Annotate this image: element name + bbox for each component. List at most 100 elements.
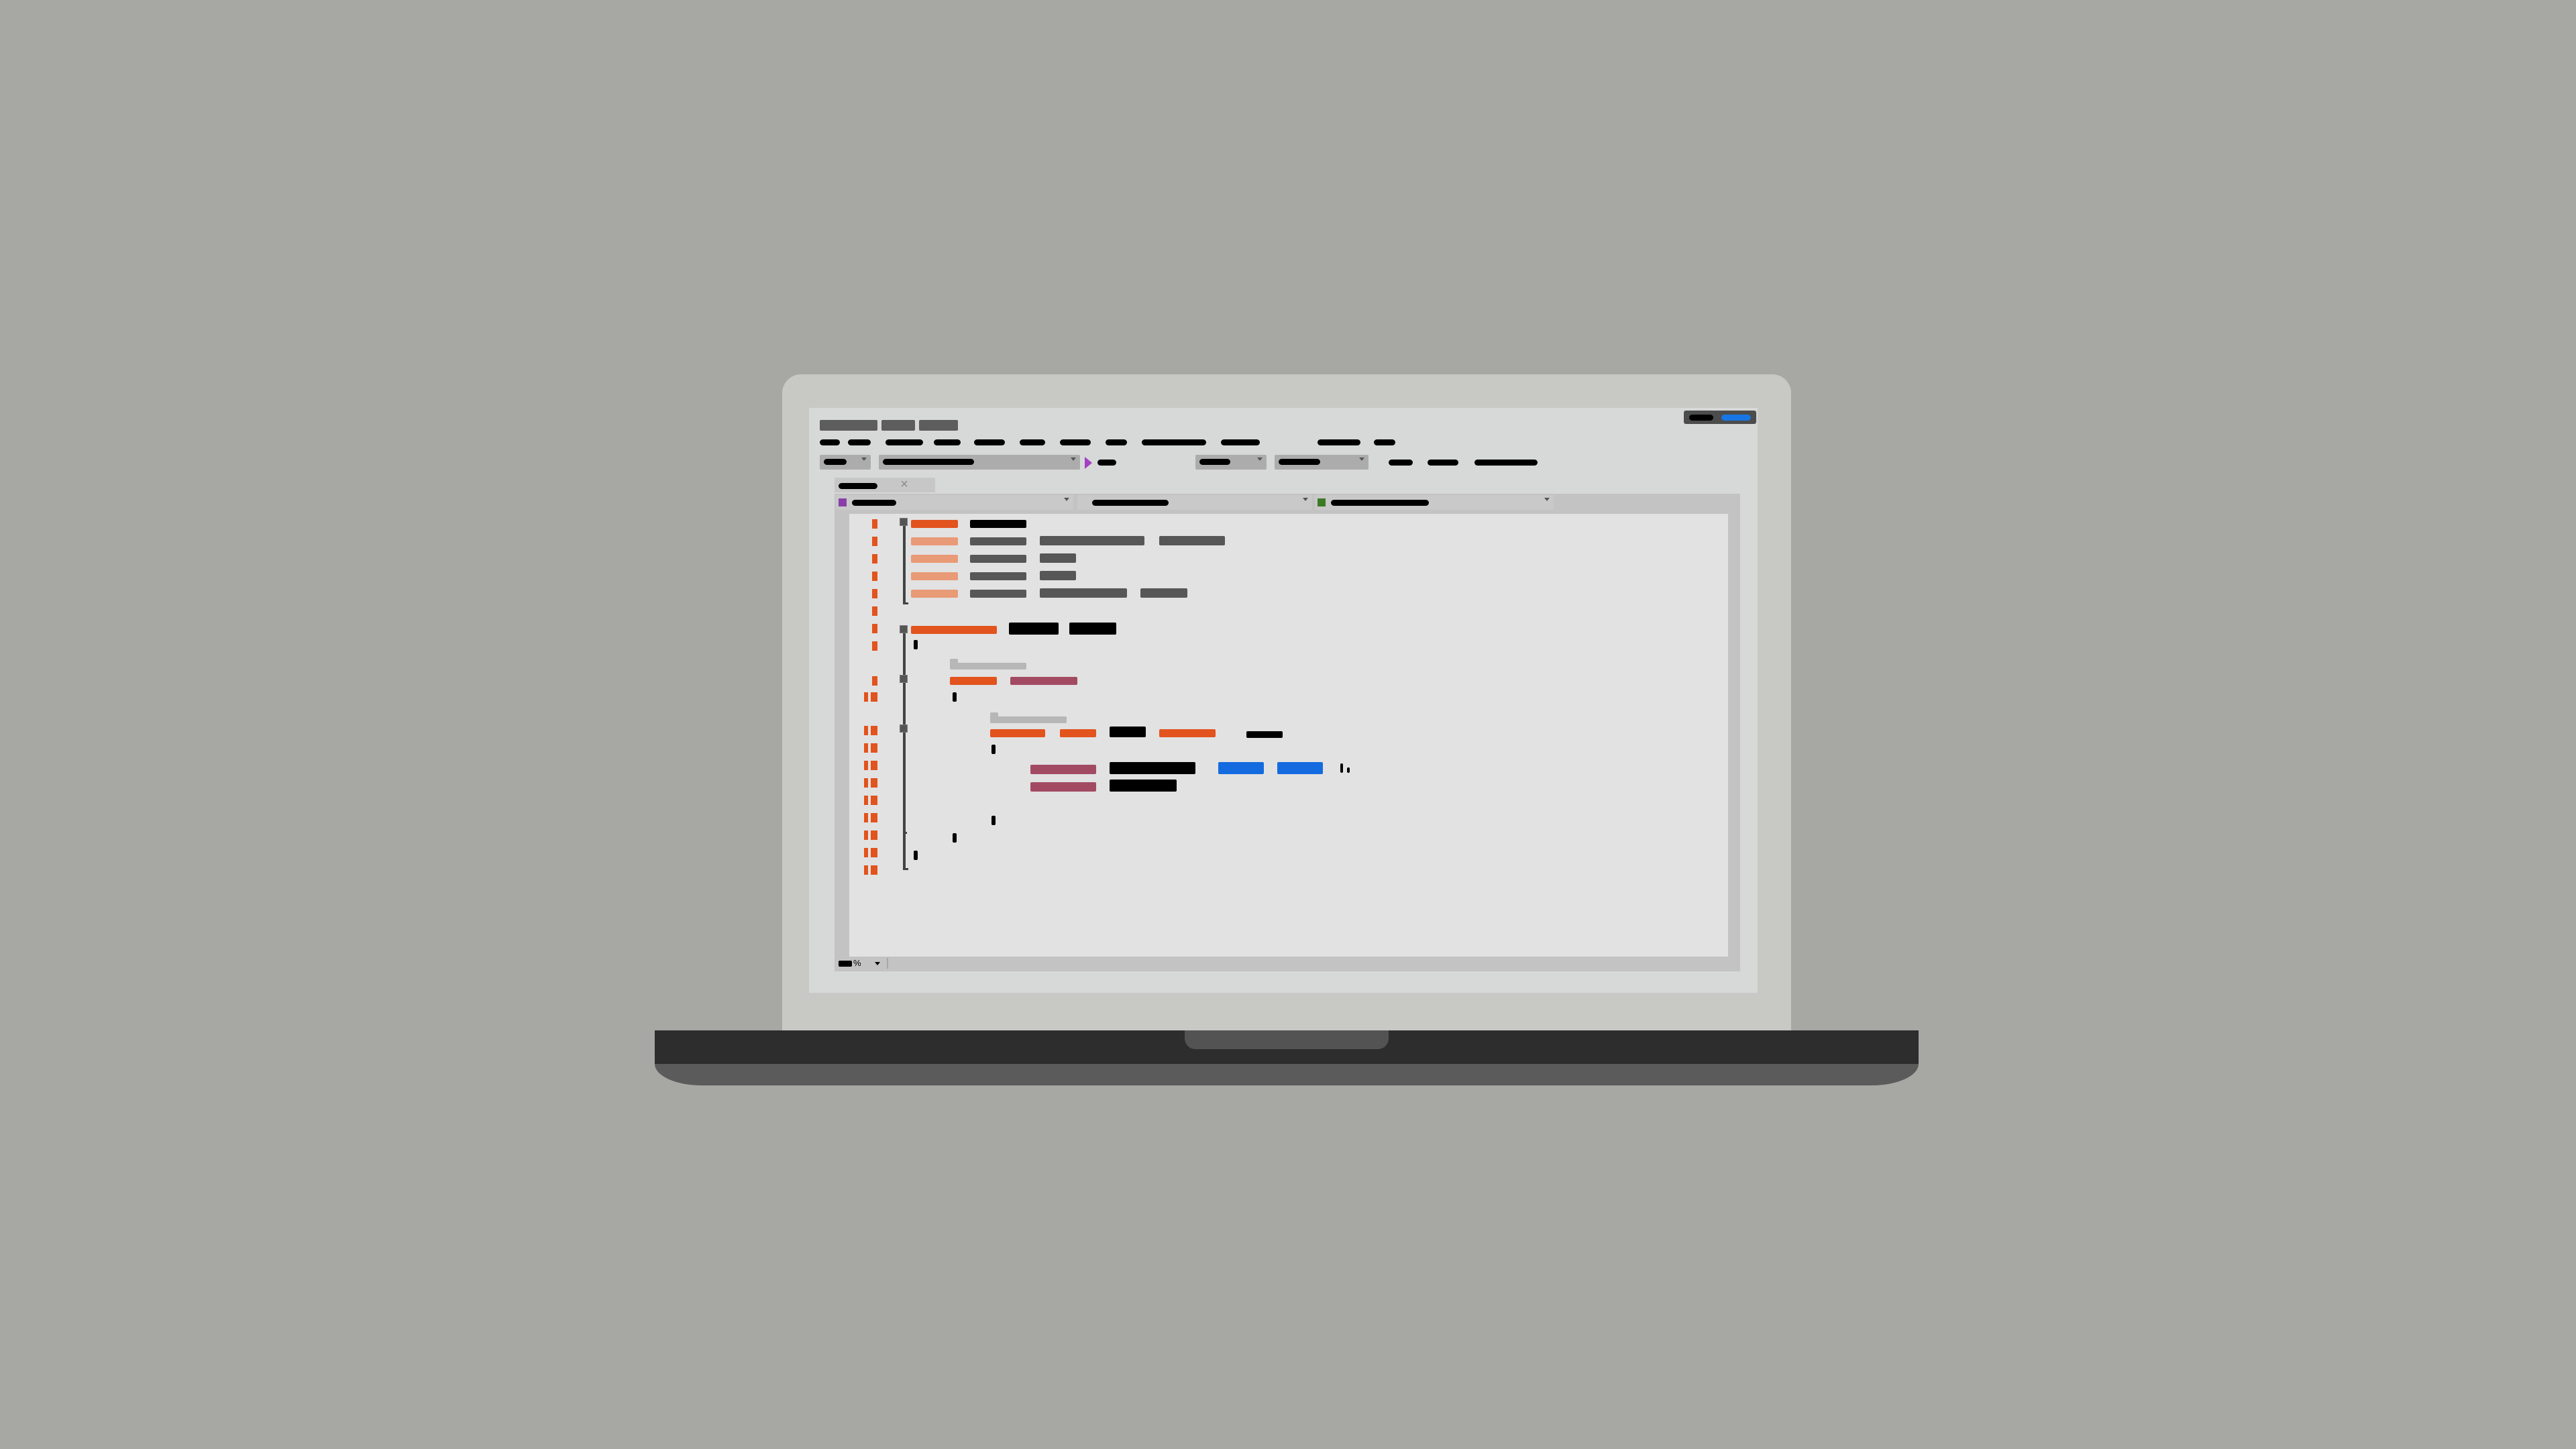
toolbar-debugger-dropdown[interactable]	[1275, 455, 1368, 470]
fold-end	[903, 602, 908, 604]
window-title-segment	[919, 420, 958, 431]
gutter-marker	[864, 830, 868, 840]
collapse-icon[interactable]	[900, 518, 908, 526]
code-keyword	[911, 537, 958, 545]
code-keyword	[911, 572, 958, 580]
member-icon	[1318, 498, 1326, 506]
code-string	[1277, 762, 1323, 774]
feedback-button[interactable]	[1721, 415, 1751, 421]
collapse-icon[interactable]	[900, 625, 908, 633]
collapse-icon[interactable]	[900, 675, 908, 683]
gutter-marker	[872, 537, 877, 546]
gutter-marker	[872, 519, 877, 529]
menu-extensions[interactable]	[1221, 439, 1260, 445]
code-token	[1140, 588, 1187, 598]
code-identifier	[1110, 727, 1146, 737]
chevron-down-icon	[1544, 498, 1550, 501]
toolbar-item[interactable]	[1428, 460, 1458, 466]
code-identifier	[1110, 762, 1195, 774]
gutter-marker	[872, 624, 877, 633]
toolbar-target-text	[1199, 459, 1230, 465]
document-tab-label	[839, 483, 877, 489]
start-button[interactable]	[1097, 460, 1116, 466]
menu-window[interactable]	[1318, 439, 1360, 445]
code-identifier	[1110, 780, 1177, 792]
code-token	[970, 590, 1026, 598]
code-token	[970, 555, 1026, 563]
menu-project[interactable]	[934, 439, 961, 445]
menu-tools[interactable]	[1142, 439, 1206, 445]
gutter-marker	[864, 778, 868, 788]
code-brace	[914, 851, 918, 860]
chevron-down-icon	[1064, 498, 1069, 501]
gutter-marker	[871, 726, 877, 735]
code-comment	[990, 716, 1067, 723]
gutter-marker	[871, 830, 877, 840]
laptop-hinge-notch	[1185, 1030, 1389, 1049]
nav-project-text	[852, 500, 896, 506]
project-icon	[839, 498, 847, 506]
gutter-marker	[871, 692, 877, 702]
gutter-marker	[872, 641, 877, 651]
nav-member-dropdown[interactable]	[1315, 495, 1554, 510]
toolbar-debugger-text	[1279, 459, 1320, 465]
nav-type-dropdown[interactable]	[1077, 495, 1312, 510]
gutter-marker	[864, 865, 868, 875]
code-type	[1030, 782, 1096, 792]
gutter-marker	[871, 743, 877, 753]
chevron-down-icon	[1303, 498, 1308, 501]
gutter-marker	[864, 796, 868, 805]
code-keyword	[990, 729, 1045, 737]
laptop-base-bottom	[655, 1064, 1919, 1085]
toolbar-platform-text	[883, 459, 974, 465]
menu-debug[interactable]	[1020, 439, 1045, 445]
toolbar-item[interactable]	[1389, 460, 1413, 466]
menu-edit[interactable]	[848, 439, 871, 445]
zoom-level[interactable]	[839, 961, 852, 967]
close-icon[interactable]: ×	[899, 478, 910, 491]
code-token	[1040, 588, 1127, 598]
code-punctuation	[1340, 763, 1343, 773]
gutter-marker	[871, 796, 877, 805]
code-keyword	[911, 590, 958, 598]
toolbar-item[interactable]	[1474, 460, 1538, 466]
toolbar-target-dropdown[interactable]	[1195, 455, 1267, 470]
toolbar-config-text	[824, 459, 847, 465]
menu-analyze[interactable]	[1106, 439, 1127, 445]
code-keyword	[911, 520, 958, 528]
gutter-marker	[871, 848, 877, 857]
code-editor[interactable]	[849, 514, 1728, 957]
status-divider	[887, 958, 888, 969]
chevron-down-icon	[1071, 458, 1076, 461]
chevron-down-icon[interactable]	[875, 962, 880, 965]
menu-file[interactable]	[820, 439, 840, 445]
fold-line	[903, 526, 906, 604]
code-token	[970, 537, 1026, 545]
fold-end	[903, 832, 907, 834]
collapse-icon[interactable]	[900, 724, 908, 733]
code-punctuation	[1347, 767, 1350, 773]
code-token	[1040, 553, 1076, 563]
nav-project-dropdown[interactable]	[836, 495, 1073, 510]
gutter-marker	[871, 778, 877, 788]
toolbar-platform-dropdown[interactable]	[879, 455, 1080, 470]
menu-test[interactable]	[1060, 439, 1091, 445]
fold-line	[903, 633, 906, 869]
chevron-down-icon	[1359, 458, 1364, 461]
code-comment	[950, 663, 1026, 669]
code-keyword	[1159, 729, 1216, 737]
gutter-marker	[864, 848, 868, 857]
sign-in-button[interactable]	[1689, 415, 1713, 421]
menu-build[interactable]	[974, 439, 1005, 445]
chevron-down-icon	[1257, 458, 1263, 461]
toolbar-config-dropdown[interactable]	[820, 455, 871, 470]
gutter-marker	[871, 865, 877, 875]
menu-help[interactable]	[1374, 439, 1395, 445]
zoom-percent-icon: %	[853, 958, 861, 968]
play-icon[interactable]	[1085, 457, 1092, 469]
menu-view[interactable]	[885, 439, 923, 445]
code-string	[1218, 762, 1264, 774]
code-type	[1030, 765, 1096, 774]
code-brace	[991, 745, 996, 754]
code-identifier	[1009, 623, 1059, 635]
